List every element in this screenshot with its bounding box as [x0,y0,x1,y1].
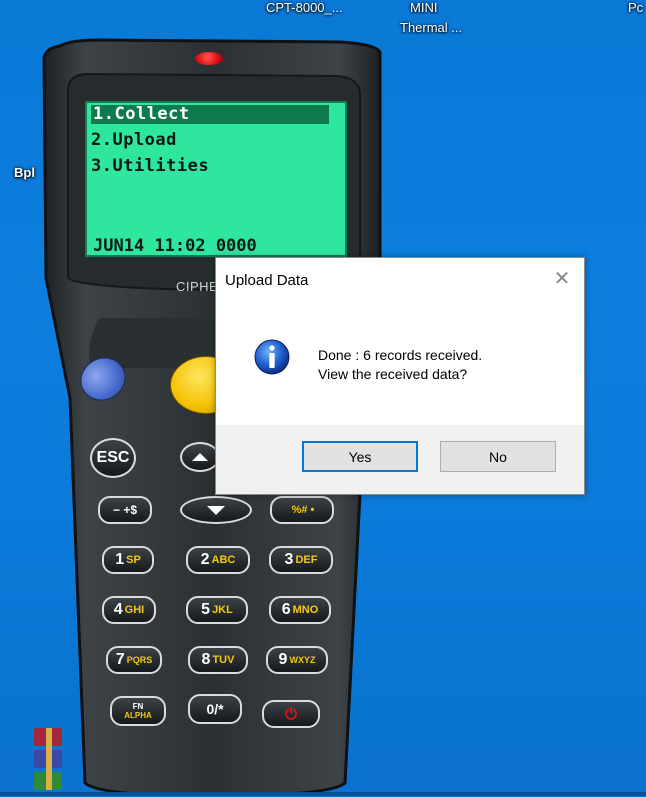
desktop-label-line1: MINI [410,0,438,15]
dialog-footer: Yes No [216,425,584,494]
key-8-sub: TUV [212,654,235,666]
key-7-sub: PQRS [126,655,153,665]
key-9[interactable]: 9 WXYZ [266,646,328,674]
arrow-up-icon [192,453,208,461]
winrar-archive-icon[interactable] [34,728,78,792]
minus-dollar-key[interactable]: − +$ [98,496,152,524]
key-8[interactable]: 8 TUV [188,646,248,674]
key-4-sub: GHI [124,604,145,616]
key-7-num: 7 [115,651,125,668]
desktop-icon-label-cpt[interactable]: CPT-8000_... [266,0,343,15]
percent-hash-key[interactable]: %# • [270,496,334,524]
key-1[interactable]: 1 SP [102,546,154,574]
key-2[interactable]: 2 ABC [186,546,250,574]
zero-star-key[interactable]: 0/* [188,694,242,724]
status-led [195,52,223,65]
esc-key-label: ESC [96,449,130,466]
key-2-sub: ABC [211,554,236,566]
zero-star-key-label: 0/* [206,701,224,717]
upload-data-dialog: Upload Data ✕ Done : 6 records received.… [215,257,585,495]
key-5[interactable]: 5 JKL [186,596,248,624]
key-6-sub: MNO [292,604,319,616]
desktop-icon-label-partial-right[interactable]: Pc [628,0,643,15]
key-6-num: 6 [281,601,291,618]
key-3[interactable]: 3 DEF [269,546,333,574]
minus-dollar-key-label: − +$ [112,503,138,517]
lcd-screen: 1.Collect 2.Upload 3.Utilities JUN14 11:… [85,101,347,257]
info-icon [253,338,291,381]
key-4-num: 4 [113,601,123,618]
key-6[interactable]: 6 MNO [269,596,331,624]
power-icon: ⏻ [285,705,297,723]
key-3-num: 3 [284,551,294,568]
key-5-num: 5 [201,601,211,618]
key-1-num: 1 [115,551,125,568]
dialog-message: Done : 6 records received. View the rece… [318,346,482,384]
books-icon [34,728,62,790]
key-8-num: 8 [201,651,211,668]
desktop-label-line2: Thermal ... [400,20,463,35]
dialog-title: Upload Data [225,272,309,289]
desktop-icon-label-mini[interactable]: MINI Thermal ... [400,0,462,35]
lcd-status-line: JUN14 11:02 0000 [93,236,257,256]
key-7[interactable]: 7 PQRS [106,646,162,674]
power-key[interactable]: ⏻ [262,700,320,728]
percent-hash-key-label: %# • [291,504,315,516]
menu-item-upload[interactable]: 2.Upload [91,131,177,150]
key-9-num: 9 [278,651,288,668]
fn-label: FN [132,702,144,711]
close-icon[interactable]: ✕ [552,268,572,288]
desktop-icon-label-partial-left[interactable]: Bpl [14,165,35,180]
nav-up-key[interactable] [180,442,220,472]
menu-item-collect[interactable]: 1.Collect [91,105,329,124]
key-3-sub: DEF [295,554,318,566]
key-9-sub: WXYZ [289,655,316,665]
alpha-label: ALPHA [124,711,152,720]
menu-item-utilities[interactable]: 3.Utilities [91,157,209,176]
key-4[interactable]: 4 GHI [102,596,156,624]
arrow-down-icon [207,505,225,515]
taskbar-edge [0,792,646,796]
key-2-num: 2 [200,551,210,568]
yes-button[interactable]: Yes [302,441,418,472]
esc-key[interactable]: ESC [90,438,136,478]
no-button[interactable]: No [440,441,556,472]
fn-alpha-key[interactable]: FN ALPHA [110,696,166,726]
key-5-sub: JKL [212,604,233,616]
dialog-message-line1: Done : 6 records received. [318,347,483,363]
nav-down-key[interactable] [180,496,252,524]
dialog-message-line2: View the received data? [318,366,468,382]
key-1-sub: SP [126,554,141,566]
